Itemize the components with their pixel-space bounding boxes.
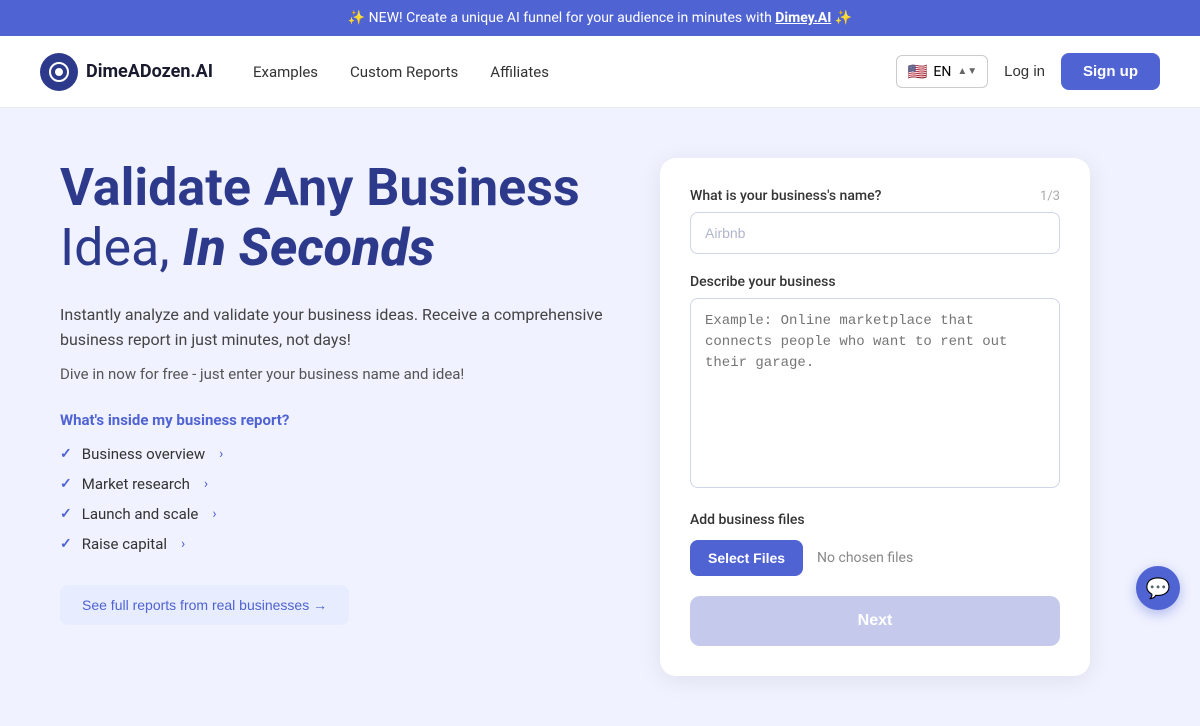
logo-area[interactable]: DimeADozen.AI — [40, 53, 213, 91]
headline: Validate Any Business Idea, In Seconds — [60, 158, 620, 278]
nav-examples[interactable]: Examples — [253, 63, 318, 81]
subtext2: Dive in now for free - just enter your b… — [60, 365, 620, 383]
banner-text-before: ✨ NEW! Create a unique AI funnel for you… — [348, 10, 776, 26]
subtext1: Instantly analyze and validate your busi… — [60, 302, 620, 353]
check-icon-2: ✓ — [60, 476, 72, 492]
nav-affiliates[interactable]: Affiliates — [490, 63, 549, 81]
headline-line2-normal: Idea, — [60, 217, 170, 278]
nav-links: Examples Custom Reports Affiliates — [253, 63, 896, 81]
feature-market-research[interactable]: ✓ Market research › — [60, 475, 620, 493]
check-icon-1: ✓ — [60, 446, 72, 462]
headline-line1: Validate Any Business — [60, 157, 580, 218]
business-name-label: What is your business's name? — [690, 188, 881, 204]
add-files-label: Add business files — [690, 512, 1060, 528]
see-reports-button[interactable]: See full reports from real businesses → — [60, 585, 349, 625]
main-content: Validate Any Business Idea, In Seconds I… — [0, 108, 1200, 726]
form-header: What is your business's name? 1/3 — [690, 188, 1060, 204]
feature-list: ✓ Business overview › ✓ Market research … — [60, 445, 620, 553]
nav-custom-reports[interactable]: Custom Reports — [350, 63, 458, 81]
banner-text-after: ✨ — [831, 10, 852, 26]
logo-icon — [40, 53, 78, 91]
lang-label: EN — [933, 64, 951, 80]
signup-button[interactable]: Sign up — [1061, 53, 1160, 90]
chat-icon: 💬 — [1146, 576, 1171, 600]
arrow-icon-2: › — [204, 476, 208, 492]
left-panel: Validate Any Business Idea, In Seconds I… — [60, 158, 620, 625]
feature-label-4: Raise capital — [82, 535, 167, 553]
arrow-icon-1: › — [219, 446, 223, 462]
chat-bubble[interactable]: 💬 — [1136, 566, 1180, 610]
top-banner: ✨ NEW! Create a unique AI funnel for you… — [0, 0, 1200, 36]
headline-line2-bold: In Seconds — [183, 217, 435, 278]
login-button[interactable]: Log in — [1004, 63, 1045, 80]
step-indicator: 1/3 — [1040, 189, 1060, 204]
file-row: Select Files No chosen files — [690, 540, 1060, 576]
arrow-icon-3: › — [212, 506, 216, 522]
check-icon-4: ✓ — [60, 536, 72, 552]
feature-launch-scale[interactable]: ✓ Launch and scale › — [60, 505, 620, 523]
feature-business-overview[interactable]: ✓ Business overview › — [60, 445, 620, 463]
right-panel: What is your business's name? 1/3 Descri… — [660, 158, 1090, 676]
check-icon-3: ✓ — [60, 506, 72, 522]
feature-label-1: Business overview — [82, 445, 205, 463]
feature-label-2: Market research — [82, 475, 190, 493]
describe-textarea[interactable] — [690, 298, 1060, 488]
chevron-down-icon: ▲▼ — [957, 66, 977, 77]
features-title: What's inside my business report? — [60, 411, 620, 429]
feature-label-3: Launch and scale — [82, 505, 199, 523]
next-button[interactable]: Next — [690, 596, 1060, 646]
lang-selector[interactable]: 🇺🇸 EN ▲▼ — [896, 55, 988, 88]
flag-icon: 🇺🇸 — [907, 62, 927, 81]
nav-right: 🇺🇸 EN ▲▼ Log in Sign up — [896, 53, 1160, 90]
banner-link[interactable]: Dimey.AI — [775, 10, 831, 26]
describe-label: Describe your business — [690, 274, 1060, 290]
feature-raise-capital[interactable]: ✓ Raise capital › — [60, 535, 620, 553]
logo-text: DimeADozen.AI — [86, 61, 213, 82]
business-name-input[interactable] — [690, 212, 1060, 254]
arrow-icon-4: › — [181, 536, 185, 552]
select-files-button[interactable]: Select Files — [690, 540, 803, 576]
navbar: DimeADozen.AI Examples Custom Reports Af… — [0, 36, 1200, 108]
no-files-text: No chosen files — [817, 550, 913, 566]
